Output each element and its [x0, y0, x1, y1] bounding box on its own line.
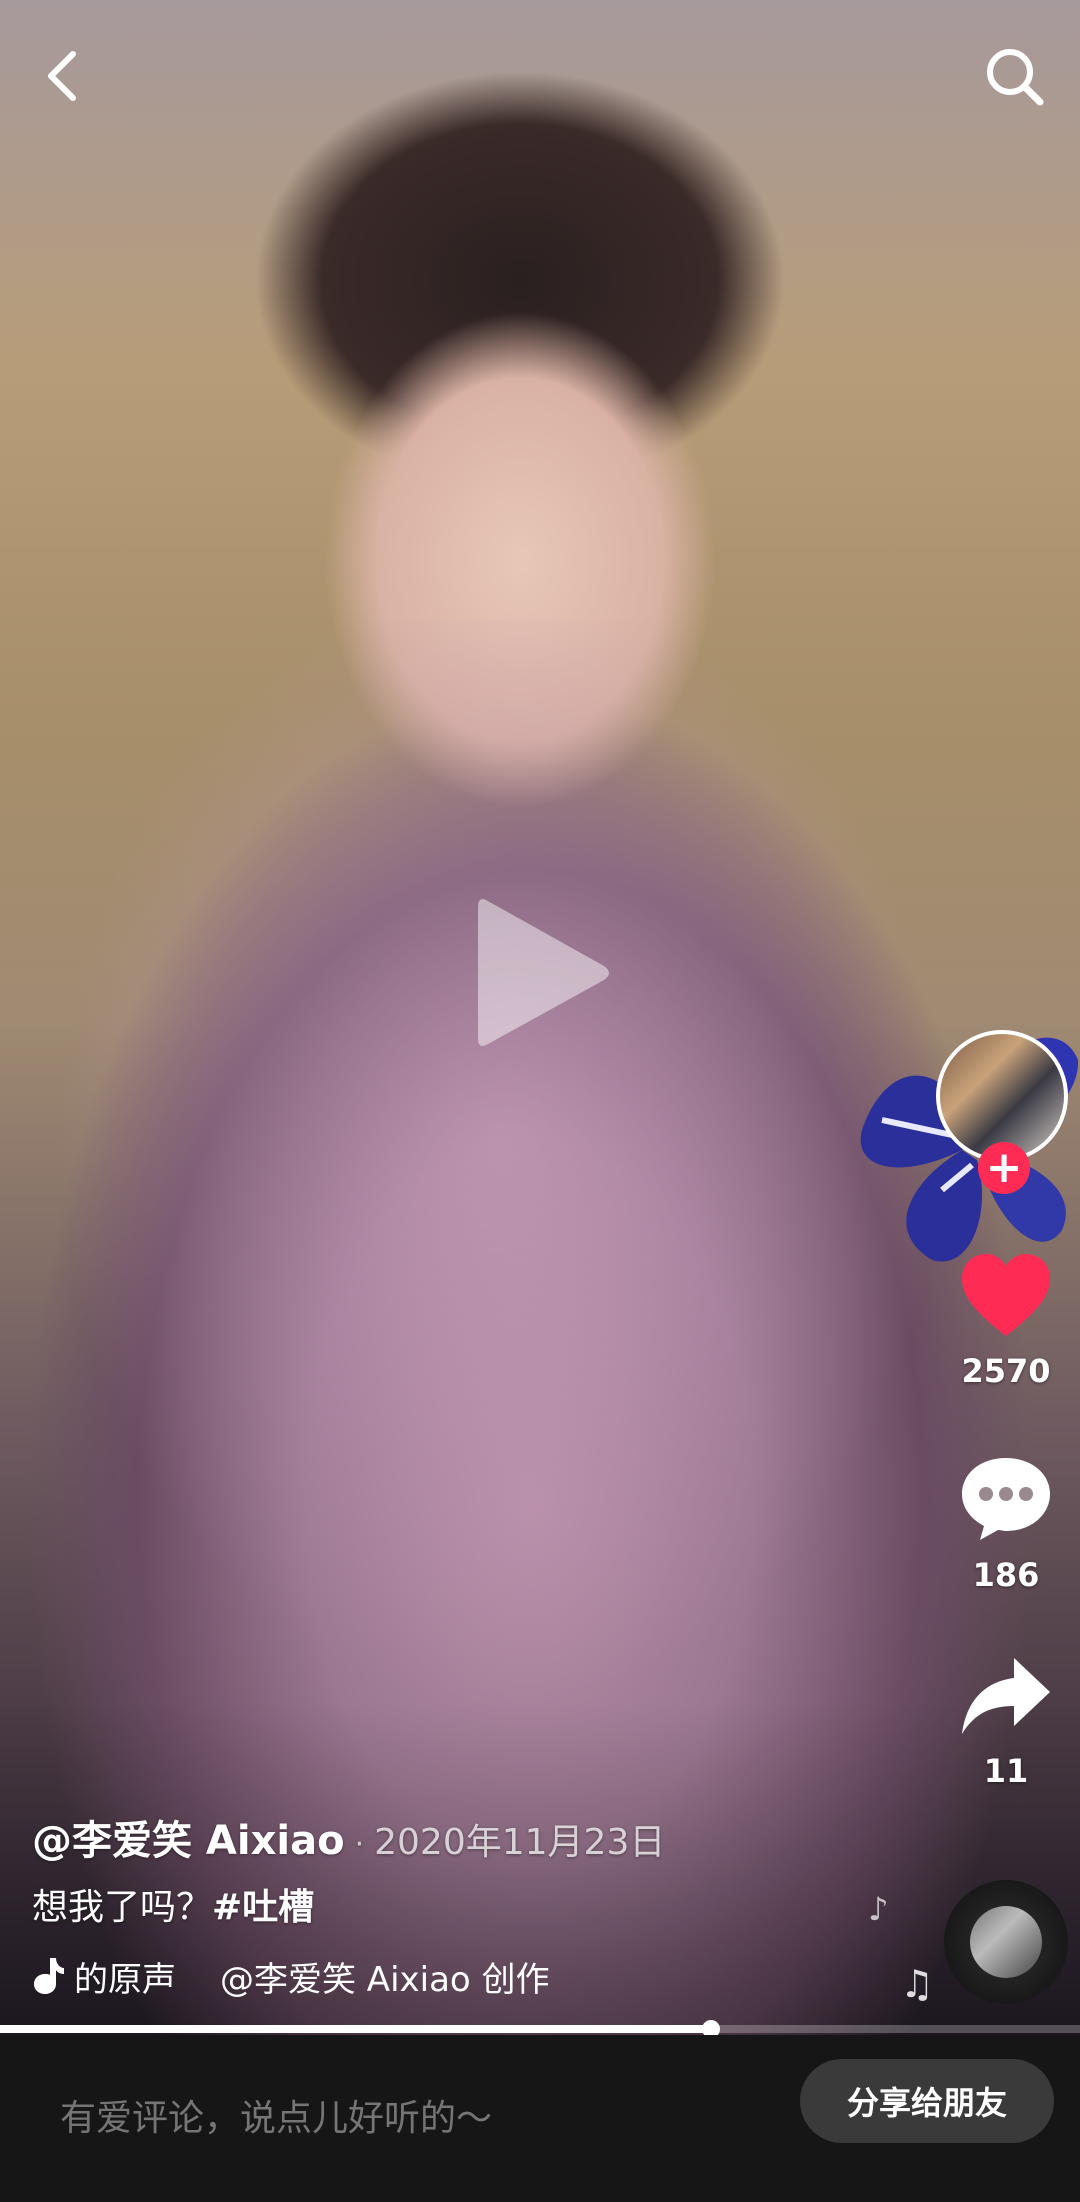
- progress-bar[interactable]: [0, 2020, 1080, 2038]
- music-cover: [970, 1906, 1042, 1978]
- play-icon[interactable]: [468, 888, 618, 1058]
- back-button[interactable]: [36, 44, 90, 108]
- music-disc[interactable]: [944, 1880, 1068, 2004]
- floating-note-icon: ♪: [868, 1890, 889, 1928]
- comment-button[interactable]: 186: [946, 1452, 1066, 1594]
- floating-note-icon: ♫: [900, 1962, 935, 2006]
- music-marquee[interactable]: 的原声 @李爱笑 Aixiao 创作: [30, 1950, 570, 2002]
- comment-icon: [962, 1458, 1050, 1540]
- music-note-icon: [34, 1958, 64, 1994]
- search-icon: [987, 49, 1044, 106]
- share-icon: [962, 1658, 1050, 1734]
- music-segment-2: @李爱笑 Aixiao 创作: [220, 1959, 550, 2000]
- post-date: 2020年11月23日: [374, 1822, 666, 1863]
- author-avatar-wrap[interactable]: +: [936, 1030, 1076, 1194]
- share-count: 11: [983, 1752, 1029, 1790]
- comment-count: 186: [972, 1556, 1040, 1594]
- hashtag-link[interactable]: #吐槽: [212, 1887, 314, 1928]
- author-handle[interactable]: @李爱笑 Aixiao: [32, 1818, 345, 1864]
- comment-input[interactable]: [58, 2097, 762, 2140]
- share-button[interactable]: 11: [946, 1654, 1066, 1790]
- caption-text: 想我了吗？: [32, 1887, 213, 1928]
- search-button[interactable]: [982, 44, 1048, 110]
- music-segment-1: 的原声: [74, 1959, 176, 2000]
- heart-icon: [962, 1254, 1050, 1336]
- like-count: 2570: [961, 1352, 1051, 1390]
- follow-plus-icon[interactable]: +: [978, 1142, 1030, 1194]
- progress-fill: [0, 2025, 711, 2033]
- video-veil-overlay: [60, 620, 940, 1720]
- date-separator: ·: [354, 1827, 365, 1862]
- caption: 想我了吗？#吐槽: [32, 1878, 314, 1930]
- author-line: @李爱笑 Aixiao · 2020年11月23日: [32, 1808, 665, 1866]
- comment-bar: 分享给朋友: [0, 2035, 1080, 2202]
- back-icon: [48, 51, 76, 101]
- like-button[interactable]: 2570: [946, 1252, 1066, 1390]
- share-to-friend-button[interactable]: 分享给朋友: [800, 2059, 1054, 2143]
